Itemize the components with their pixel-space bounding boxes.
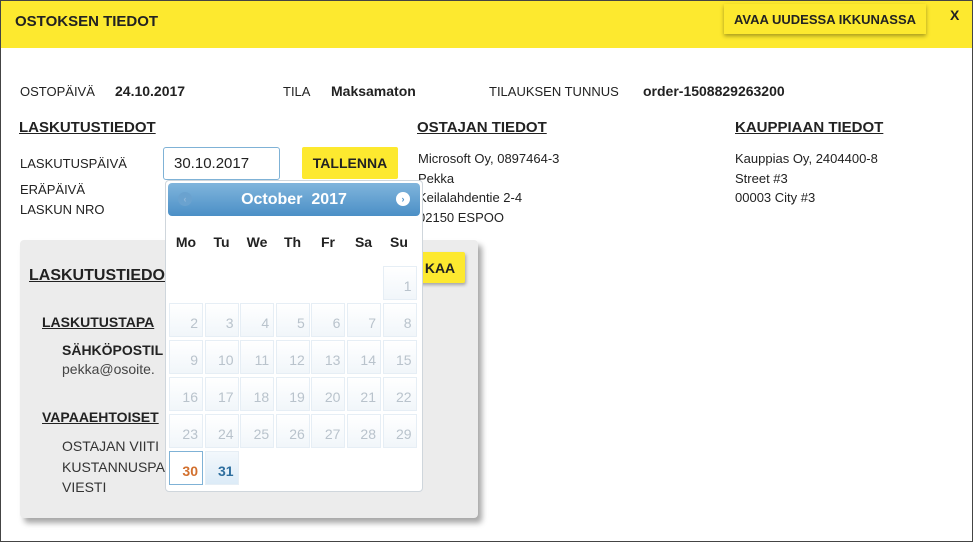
buyer-line: 02150 ESPOO (418, 209, 504, 225)
email-value: pekka@osoite. (62, 361, 155, 377)
day-cell: 29 (382, 414, 417, 448)
day-cell: 20 (311, 377, 346, 411)
day-cell: 19 (275, 377, 310, 411)
buyer-line: Microsoft Oy, 0897464-3 (418, 151, 560, 166)
day-cell: 25 (240, 414, 275, 448)
weekday-header: Su (390, 234, 408, 250)
optional-field-label: OSTAJAN VIITI (62, 438, 159, 454)
month-label: October (241, 190, 303, 208)
weekday-header: Fr (321, 234, 335, 250)
order-id: order-1508829263200 (643, 83, 785, 99)
save-button[interactable]: TALLENNA (302, 147, 398, 179)
status-value: Maksamaton (331, 83, 416, 99)
purchase-date: 24.10.2017 (115, 83, 186, 99)
day-cell: 15 (382, 340, 417, 374)
day-cell[interactable]: 30 (169, 451, 203, 485)
day-cell: 1 (382, 266, 417, 300)
merchant-line: 00003 City #3 (735, 190, 816, 205)
optional-field-label: VIESTI (62, 479, 107, 495)
day-cell: 27 (311, 414, 346, 448)
day-cell: 11 (240, 340, 275, 374)
weekday-header: Tu (213, 234, 230, 250)
datepicker-header: ‹ October 2017 › (168, 183, 420, 216)
day-cell: 2 (169, 303, 203, 337)
invoice-number-label: LASKUN NRO (20, 202, 105, 217)
day-cell: 7 (347, 303, 381, 337)
method-value: SÄHKÖPOSTIL (62, 342, 164, 358)
datepicker: ‹ October 2017 › Mo Tu We Th Fr Sa Su 12345678… (165, 180, 423, 492)
billing-date-label: LASKUTUSPÄIVÄ (20, 156, 127, 171)
merchant-info: Kauppias Oy, 2404400-8 Street #3 00003 C… (735, 149, 878, 208)
year-label: 2017 (311, 190, 347, 208)
weekday-header: We (246, 234, 268, 250)
day-cell: 28 (347, 414, 381, 448)
day-cell: 21 (347, 377, 381, 411)
day-cell: 4 (240, 303, 275, 337)
day-cell: 23 (169, 414, 203, 448)
day-cell: 5 (275, 303, 310, 337)
card-heading: LASKUTUSTIEDO (29, 267, 165, 284)
day-cell: 16 (169, 377, 203, 411)
weekday-header: Mo (175, 234, 197, 250)
day-cell: 9 (169, 340, 203, 374)
buyer-info: Microsoft Oy, 0897464-3 Pekka Keilalahde… (418, 149, 559, 227)
day-cell: 3 (204, 303, 239, 337)
merchant-line: Kauppias Oy, 2404400-8 (735, 151, 878, 166)
billing-date-input[interactable]: 30.10.2017 (163, 147, 280, 180)
status-label: TILA (283, 84, 311, 99)
next-month-icon[interactable]: › (396, 192, 410, 206)
merchant-line: Street #3 (735, 170, 788, 186)
due-date-label: ERÄPÄIVÄ (20, 182, 86, 197)
prev-month-icon[interactable]: ‹ (178, 192, 192, 206)
modal-title: OSTOKSEN TIEDOT (15, 13, 159, 30)
day-cell: 18 (240, 377, 275, 411)
order-id-label: TILAUKSEN TUNNUS (489, 84, 619, 99)
merchant-heading: KAUPPIAAN TIEDOT (735, 119, 884, 136)
method-heading: LASKUTUSTAPA (42, 314, 155, 330)
day-cell: 12 (275, 340, 310, 374)
optional-fields: OSTAJAN VIITI KUSTANNUSPA VIESTI (62, 436, 165, 498)
day-cell: 22 (382, 377, 417, 411)
weekday-header: Sa (354, 234, 373, 250)
day-cell: 13 (311, 340, 346, 374)
day-cell: 6 (311, 303, 346, 337)
day-cell: 8 (382, 303, 417, 337)
buyer-line: Keilalahdentie 2-4 (418, 190, 523, 205)
day-cell: 24 (204, 414, 239, 448)
day-cell: 26 (275, 414, 310, 448)
modal-header: OSTOKSEN TIEDOT AVAA UUDESSA IKKUNASSA X (1, 1, 972, 48)
day-cell: 10 (204, 340, 239, 374)
day-cell[interactable]: 31 (204, 451, 239, 485)
billing-heading: LASKUTUSTIEDOT (19, 119, 156, 136)
optional-field-label: KUSTANNUSPA (62, 458, 165, 475)
optional-heading: VAPAAEHTOISET (42, 409, 159, 425)
open-new-window-button[interactable]: AVAA UUDESSA IKKUNASSA (724, 4, 926, 34)
buyer-heading: OSTAJAN TIEDOT (417, 119, 547, 136)
close-button[interactable]: X (950, 7, 959, 23)
day-cell: 17 (204, 377, 239, 411)
buyer-line: Pekka (418, 170, 455, 186)
weekday-header: Th (283, 234, 302, 250)
purchase-date-label: OSTOPÄIVÄ (20, 84, 95, 99)
day-cell: 14 (347, 340, 381, 374)
